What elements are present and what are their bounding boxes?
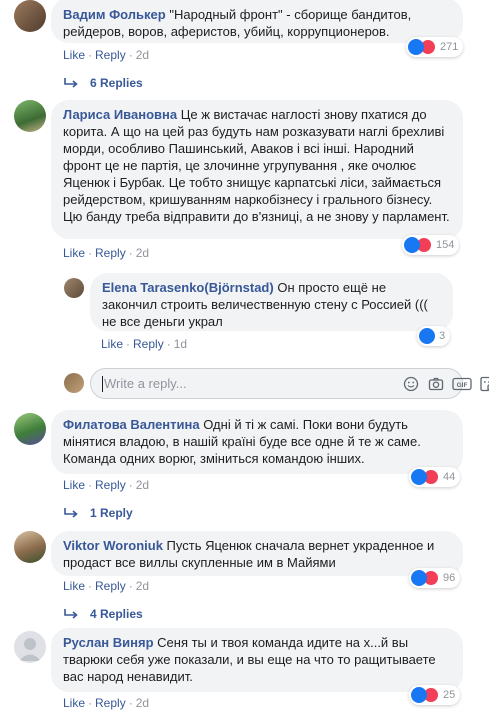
view-replies-link[interactable]: 4 Replies — [64, 607, 143, 621]
reply-bubble: Elena Tarasenko(Björnstad) Он просто ещё… — [90, 273, 453, 331]
comment-text: Це ж вистачає наглості знову пхатися до … — [63, 107, 450, 224]
avatar[interactable] — [64, 278, 84, 298]
reply-link[interactable]: Reply — [95, 579, 126, 593]
reaction-summary[interactable]: 271 — [406, 37, 464, 57]
view-replies-link[interactable]: 1 Reply — [64, 506, 133, 520]
current-user-avatar — [64, 373, 84, 393]
like-link[interactable]: Like — [63, 48, 85, 62]
replies-count: 6 Replies — [90, 76, 143, 90]
like-icon — [411, 687, 427, 703]
like-icon — [404, 237, 420, 253]
like-icon — [411, 570, 427, 586]
reply-arrow-icon — [64, 508, 78, 518]
comment-actions: Like · Reply · 2d — [63, 246, 150, 260]
reaction-summary[interactable]: 96 — [409, 568, 461, 588]
sticker-icon[interactable] — [479, 376, 489, 392]
reaction-count: 96 — [443, 572, 456, 584]
reply-link[interactable]: Reply — [95, 48, 126, 62]
avatar[interactable] — [14, 413, 46, 445]
avatar[interactable] — [14, 100, 46, 132]
reply-input-box[interactable]: Write a reply... GIF — [90, 368, 489, 399]
comment-actions: Like · Reply · 2d — [63, 579, 150, 593]
replies-count: 4 Replies — [90, 607, 143, 621]
reaction-summary[interactable]: 3 — [417, 326, 451, 346]
reaction-count: 3 — [439, 330, 446, 342]
reply-arrow-icon — [64, 78, 78, 88]
comment-bubble: Viktor Woroniuk Пусть Яценюк сначала вер… — [51, 531, 463, 576]
reply-link[interactable]: Reply — [95, 696, 126, 710]
gif-icon[interactable]: GIF — [452, 376, 472, 392]
reaction-summary[interactable]: 154 — [402, 235, 460, 255]
reaction-count: 154 — [436, 239, 455, 251]
reply-link[interactable]: Reply — [95, 246, 126, 260]
like-icon — [411, 469, 427, 485]
avatar[interactable] — [14, 531, 46, 563]
comment-bubble: Вадим Фолькер "Народный фронт" - сборище… — [51, 0, 463, 43]
avatar[interactable] — [14, 0, 46, 32]
timestamp[interactable]: 1d — [174, 337, 187, 351]
like-icon — [419, 328, 435, 344]
comment-author[interactable]: Вадим Фолькер — [63, 7, 166, 22]
comment-author[interactable]: Лариса Ивановна — [63, 107, 177, 122]
comment-author[interactable]: Филатова Валентина — [63, 417, 200, 432]
timestamp[interactable]: 2d — [136, 579, 149, 593]
comment-author[interactable]: Viktor Woroniuk — [63, 538, 163, 553]
timestamp[interactable]: 2d — [136, 478, 149, 492]
comment-author[interactable]: Elena Tarasenko(Björnstad) — [102, 280, 274, 295]
timestamp[interactable]: 2d — [136, 696, 149, 710]
reply-link[interactable]: Reply — [133, 337, 164, 351]
like-link[interactable]: Like — [63, 579, 85, 593]
like-link[interactable]: Like — [63, 246, 85, 260]
like-link[interactable]: Like — [101, 337, 123, 351]
timestamp[interactable]: 2d — [136, 48, 149, 62]
reply-link[interactable]: Reply — [95, 478, 126, 492]
reaction-count: 25 — [443, 689, 456, 701]
comment-actions: Like · Reply · 2d — [63, 48, 150, 62]
comment-bubble: Руслан Виняр Сеня ты и твоя команда идит… — [51, 628, 463, 692]
comment-author[interactable]: Руслан Виняр — [63, 635, 154, 650]
like-icon — [408, 39, 424, 55]
like-link[interactable]: Like — [63, 696, 85, 710]
view-replies-link[interactable]: 6 Replies — [64, 76, 143, 90]
camera-icon[interactable] — [428, 376, 444, 392]
reaction-summary[interactable]: 25 — [409, 685, 461, 705]
reply-arrow-icon — [64, 609, 78, 619]
comment-bubble: Лариса Ивановна Це ж вистачає наглості з… — [51, 100, 463, 239]
reaction-count: 271 — [440, 41, 459, 53]
reaction-summary[interactable]: 44 — [409, 467, 461, 487]
reaction-count: 44 — [443, 471, 456, 483]
replies-count: 1 Reply — [90, 506, 133, 520]
default-user-icon — [19, 638, 41, 661]
reply-input[interactable]: Write a reply... — [104, 376, 187, 391]
comment-bubble: Филатова Валентина Одні й ті ж самі. Пок… — [51, 410, 463, 474]
avatar-placeholder[interactable] — [14, 631, 46, 663]
timestamp[interactable]: 2d — [136, 246, 149, 260]
emoji-icon[interactable] — [403, 376, 419, 392]
comment-actions: Like · Reply · 1d — [101, 337, 188, 351]
svg-text:GIF: GIF — [457, 382, 468, 389]
comment-actions: Like · Reply · 2d — [63, 696, 150, 710]
like-link[interactable]: Like — [63, 478, 85, 492]
comment-actions: Like · Reply · 2d — [63, 478, 150, 492]
